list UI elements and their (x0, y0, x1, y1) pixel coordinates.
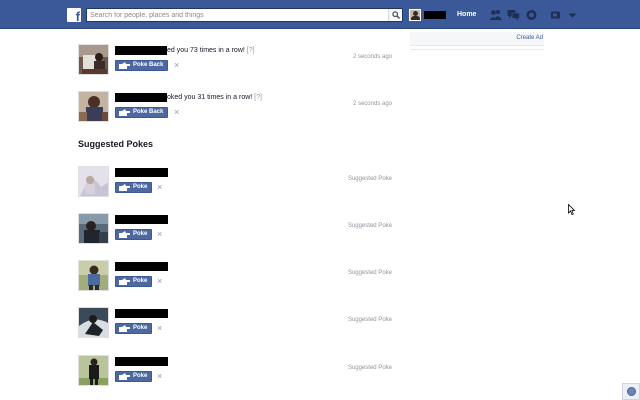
help-link[interactable]: [?] (254, 94, 262, 101)
help-link[interactable]: [?] (247, 47, 255, 54)
suggested-poke-row: Poke × Suggested Poke (78, 213, 392, 245)
suggested-poke-row: Poke × Suggested Poke (78, 307, 392, 339)
top-navigation-bar: f Home (0, 0, 640, 29)
friend-name-redacted[interactable] (115, 46, 167, 55)
poke-hand-icon (119, 278, 130, 285)
friend-name-redacted[interactable] (115, 309, 168, 318)
poke-message-text: ed you 73 times in a row! (167, 47, 245, 54)
privacy-shortcuts-icon[interactable] (550, 9, 563, 21)
suggested-poke-row: Poke × Suggested Poke (78, 260, 392, 292)
poke-row: ed you 73 times in a row! [?] Poke Back … (78, 44, 392, 76)
poke-label: Poke (133, 373, 148, 379)
poke-hand-icon (119, 231, 130, 238)
friend-requests-icon[interactable] (489, 9, 502, 21)
dismiss-icon[interactable]: × (157, 323, 162, 334)
friend-name-redacted[interactable] (115, 93, 167, 102)
dismiss-icon[interactable]: × (174, 60, 179, 71)
suggested-poke-row: Poke × Suggested Poke (78, 166, 392, 198)
poke-back-label: Poke Back (133, 109, 164, 115)
friend-name-redacted[interactable] (115, 262, 168, 271)
friend-photo[interactable] (78, 166, 109, 197)
poke-button[interactable]: Poke (115, 371, 153, 382)
dismiss-icon[interactable]: × (157, 371, 162, 382)
poke-hand-icon (119, 373, 130, 380)
friend-name-redacted[interactable] (115, 357, 168, 366)
search-button[interactable] (388, 9, 402, 21)
poke-back-button[interactable]: Poke Back (115, 107, 169, 118)
suggestion-status: Suggested Poke (347, 365, 392, 371)
globe-icon (627, 387, 636, 396)
poke-row: oked you 31 times in a row! [?] Poke Bac… (78, 91, 392, 123)
friend-photo[interactable] (78, 44, 109, 75)
poke-label: Poke (133, 231, 148, 237)
poke-back-button[interactable]: Poke Back (115, 60, 169, 71)
facebook-logo[interactable]: f (67, 8, 81, 24)
search-icon (392, 11, 400, 19)
ads-header: Create Ad (410, 32, 544, 46)
search-input[interactable] (87, 9, 385, 21)
create-ad-link[interactable]: Create Ad (516, 35, 543, 41)
suggestion-status: Suggested Poke (347, 176, 392, 182)
poke-timestamp: 2 seconds ago (352, 101, 392, 107)
friend-photo[interactable] (78, 91, 109, 122)
sidebar-divider (410, 49, 544, 50)
poke-message-text: oked you 31 times in a row! (167, 94, 253, 101)
friend-photo[interactable] (78, 307, 109, 338)
poke-button[interactable]: Poke (115, 182, 153, 193)
poke-timestamp: 2 seconds ago (352, 54, 392, 60)
friend-name-redacted[interactable] (115, 215, 168, 224)
messages-icon[interactable] (507, 9, 520, 21)
poke-label: Poke (133, 184, 148, 190)
poke-button[interactable]: Poke (115, 229, 153, 240)
poke-label: Poke (133, 278, 148, 284)
profile-avatar[interactable] (409, 9, 421, 21)
home-link[interactable]: Home (457, 11, 476, 18)
suggestion-status: Suggested Poke (347, 223, 392, 229)
poke-hand-icon (119, 109, 130, 116)
suggestion-status: Suggested Poke (347, 317, 392, 323)
suggested-pokes-heading: Suggested Pokes (78, 139, 154, 149)
search-box[interactable] (86, 8, 403, 22)
poke-message: oked you 31 times in a row! [?] (167, 94, 262, 101)
poke-label: Poke (133, 325, 148, 331)
chat-sidebar-button[interactable] (622, 383, 640, 400)
friend-photo[interactable] (78, 355, 109, 386)
poke-button[interactable]: Poke (115, 323, 153, 334)
dismiss-icon[interactable]: × (157, 229, 162, 240)
suggested-poke-row: Poke × Suggested Poke (78, 355, 392, 387)
notifications-icon[interactable] (525, 9, 538, 21)
poke-hand-icon (119, 62, 130, 69)
poke-button[interactable]: Poke (115, 276, 153, 287)
poke-message: ed you 73 times in a row! [?] (167, 47, 255, 54)
friend-photo[interactable] (78, 260, 109, 291)
logo-letter: f (75, 9, 80, 24)
friend-name-redacted[interactable] (115, 168, 168, 177)
mouse-cursor-icon (568, 204, 575, 215)
poke-back-label: Poke Back (133, 62, 164, 68)
poke-hand-icon (119, 184, 130, 191)
friend-photo[interactable] (78, 213, 109, 244)
profile-name-redacted[interactable] (424, 11, 446, 19)
dismiss-icon[interactable]: × (157, 182, 162, 193)
suggestion-status: Suggested Poke (347, 270, 392, 276)
account-settings-icon[interactable] (566, 9, 579, 21)
poke-hand-icon (119, 325, 130, 332)
dismiss-icon[interactable]: × (174, 107, 179, 118)
dismiss-icon[interactable]: × (157, 276, 162, 287)
